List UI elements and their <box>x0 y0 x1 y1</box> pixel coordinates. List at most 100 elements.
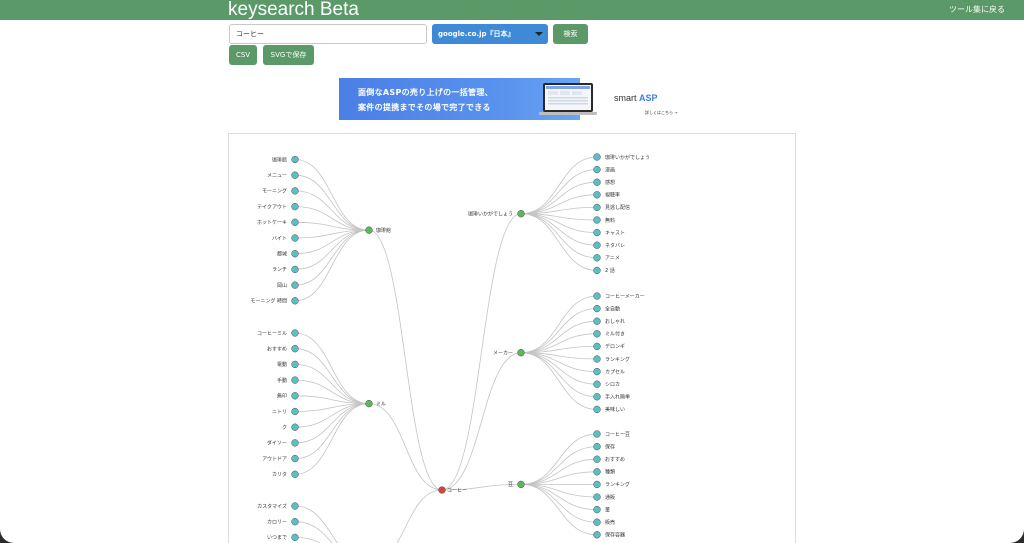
tree-edge <box>294 229 370 286</box>
keyword-node[interactable] <box>593 330 601 338</box>
keyword-node[interactable] <box>593 430 601 438</box>
keyword-node[interactable] <box>291 250 299 258</box>
keyword-node[interactable] <box>291 187 299 195</box>
node-label: モーニング 時間 <box>250 298 287 305</box>
keyword-node[interactable] <box>291 202 299 211</box>
keyword-node[interactable] <box>593 355 601 363</box>
group-node[interactable] <box>365 400 373 408</box>
group-node[interactable] <box>517 349 525 357</box>
keyword-node[interactable] <box>291 171 299 179</box>
keyword-node[interactable] <box>291 265 299 274</box>
keyword-node[interactable] <box>291 423 299 431</box>
keyword-node[interactable] <box>291 234 299 242</box>
keyword-node[interactable] <box>593 405 601 414</box>
keyword-input[interactable] <box>229 24 427 44</box>
node-label: コーヒー豆 <box>605 432 630 438</box>
keyword-node[interactable] <box>593 342 601 351</box>
keyword-node[interactable] <box>593 292 601 300</box>
node-label: 電動 <box>277 361 287 368</box>
group-node[interactable] <box>365 226 373 234</box>
keyword-node[interactable] <box>593 393 601 401</box>
keyword-node[interactable] <box>593 493 601 501</box>
keyword-node[interactable] <box>291 281 299 289</box>
keyword-node[interactable] <box>593 165 601 174</box>
keyword-node[interactable] <box>593 304 601 313</box>
tree-edge <box>520 213 598 246</box>
ad-more-link[interactable]: 詳しくはこちら → <box>645 110 678 116</box>
tree-edge <box>294 364 370 405</box>
node-label: 販売 <box>605 519 615 526</box>
keyword-node[interactable] <box>593 216 601 224</box>
root-node[interactable] <box>438 486 446 494</box>
keyword-node[interactable] <box>291 345 299 353</box>
keyword-node[interactable] <box>593 380 601 388</box>
node-label: カリタ <box>272 471 287 478</box>
keyword-node[interactable] <box>593 531 601 539</box>
keyword-node[interactable] <box>593 367 601 376</box>
keyword-node[interactable] <box>291 218 299 226</box>
csv-button[interactable]: CSV <box>229 45 257 65</box>
keyword-node[interactable] <box>291 329 299 337</box>
keyword-node[interactable] <box>593 266 601 275</box>
keyword-node[interactable] <box>291 392 299 400</box>
keyword-node[interactable] <box>593 480 601 489</box>
keyword-tree: 珈琲館メニューモーニングテイクアウトホットケーキバイト都城ランチ岡山モーニング … <box>250 153 650 543</box>
keyword-node[interactable] <box>291 439 299 447</box>
node-label: 漫画 <box>605 166 615 173</box>
group-node[interactable] <box>517 480 525 489</box>
node-label: 珈琲いかがでしょう <box>468 211 513 218</box>
tree-edge <box>520 484 598 510</box>
keyword-node[interactable] <box>291 470 299 478</box>
node-label: ミル付き <box>605 331 625 338</box>
keyword-node[interactable] <box>593 442 601 451</box>
keyword-node[interactable] <box>291 155 299 164</box>
keyword-node[interactable] <box>291 376 299 384</box>
keyword-node[interactable] <box>291 518 299 526</box>
keyword-node[interactable] <box>593 317 601 325</box>
keyword-node[interactable] <box>291 533 299 542</box>
node-label: ク <box>282 425 287 431</box>
keyword-tree-panel: 珈琲館 メニュー モーニング テイクアウト ホットケーキ バイト 都城 ランチ 岡山 モーニング … <box>228 133 796 543</box>
tree-edge <box>396 489 443 543</box>
save-svg-button[interactable]: SVGで保存 <box>263 45 314 65</box>
keyword-node[interactable] <box>291 407 299 416</box>
ad-brand: smart ASP <box>614 93 658 103</box>
node-label: カロリー <box>267 520 287 526</box>
keyword-node[interactable] <box>593 153 601 161</box>
node-label: 無料 <box>605 217 615 224</box>
domain-select[interactable]: google.co.jp『日本』 <box>432 24 548 44</box>
keyword-node[interactable] <box>593 505 601 514</box>
node-label: シロカ <box>605 382 620 388</box>
node-label: コーヒー <box>447 488 467 494</box>
tree-edge <box>520 213 598 271</box>
keyword-node[interactable] <box>593 228 601 237</box>
keyword-node[interactable] <box>593 191 601 199</box>
keyword-node[interactable] <box>593 178 601 186</box>
tree-edge <box>520 213 598 259</box>
keyword-node[interactable] <box>593 455 601 463</box>
keyword-node[interactable] <box>593 468 601 476</box>
keyword-node[interactable] <box>593 241 601 249</box>
keyword-node[interactable] <box>291 297 299 305</box>
tree-edge <box>294 521 333 543</box>
node-label: ニトリ <box>272 409 287 415</box>
keyword-node[interactable] <box>291 360 299 369</box>
tree-edge <box>294 505 338 543</box>
chevron-down-icon <box>535 32 543 36</box>
ad-subline: 案件の提携までその場で完了できる <box>358 103 491 112</box>
keyword-node[interactable] <box>291 502 299 510</box>
group-node[interactable] <box>517 210 525 218</box>
search-button[interactable]: 検索 <box>553 24 588 44</box>
node-label: 都城 <box>277 251 287 258</box>
app-window: keysearch Beta ツール集に戻る google.co.jp『日本』 … <box>0 0 1024 543</box>
back-to-tools-link[interactable]: ツール集に戻る <box>949 4 1005 16</box>
tree-edge <box>520 352 598 410</box>
node-label: おすすめ <box>605 456 625 463</box>
keyword-node[interactable] <box>291 454 299 463</box>
keyword-node[interactable] <box>593 203 601 212</box>
node-label: 2 話 <box>605 267 615 274</box>
node-label: コーヒーミル <box>257 331 287 337</box>
keyword-node[interactable] <box>593 254 601 262</box>
ad-banner[interactable]: 面倒なASPの売り上げの一括管理、 案件の提携までその場で完了できる smart… <box>339 78 680 120</box>
keyword-node[interactable] <box>593 518 601 526</box>
